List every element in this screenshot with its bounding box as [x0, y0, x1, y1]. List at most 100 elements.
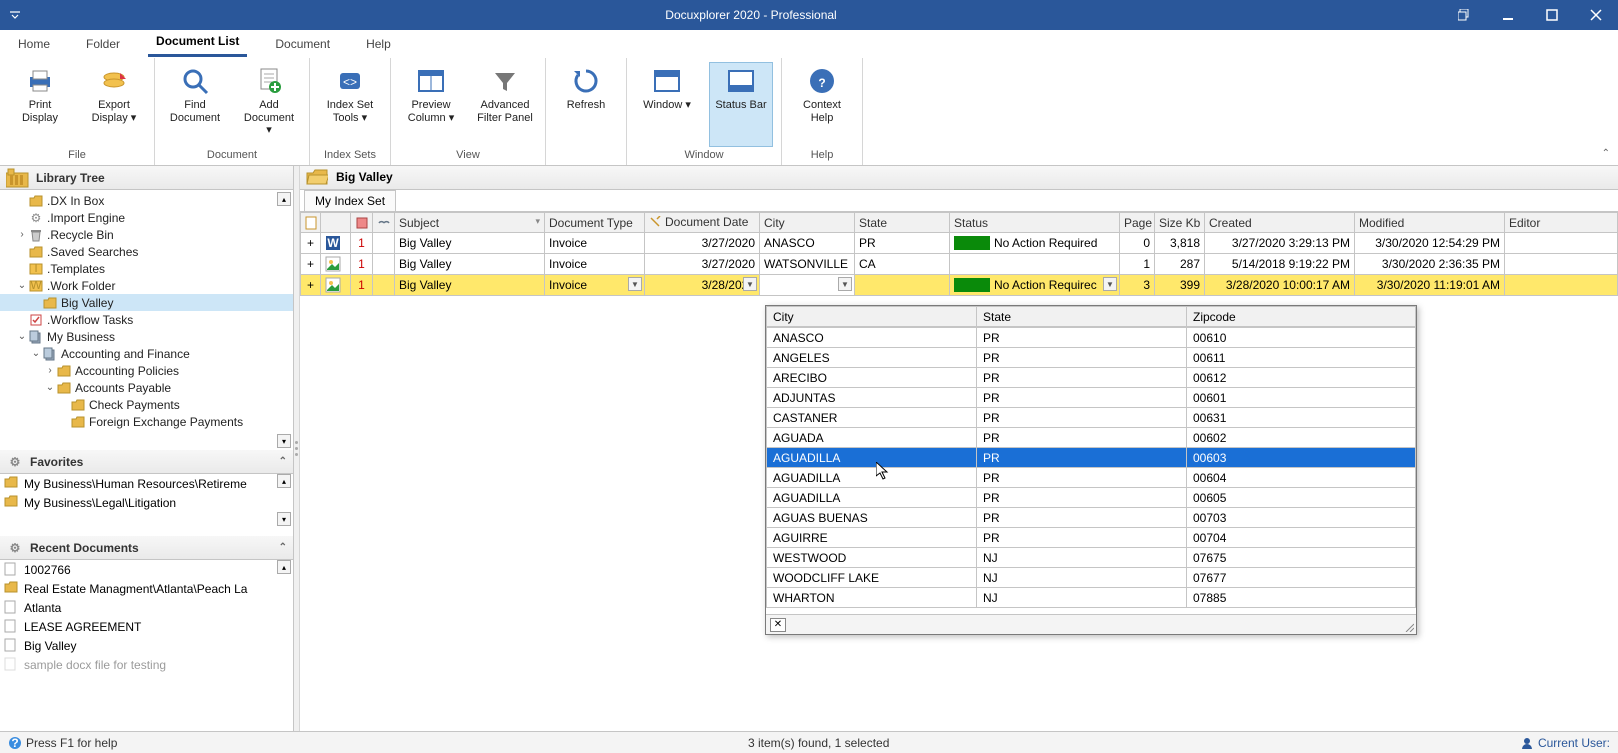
- dropdown-row[interactable]: ARECIBOPR00612: [767, 368, 1416, 388]
- dropdown-header-city[interactable]: City: [767, 307, 977, 327]
- header-link-icon[interactable]: [373, 213, 395, 233]
- maximize-icon[interactable]: [1530, 0, 1574, 30]
- minimize-icon[interactable]: [1486, 0, 1530, 30]
- gear-icon[interactable]: ⚙: [6, 453, 24, 471]
- header-size-kb[interactable]: Size Kb: [1155, 213, 1205, 233]
- advanced-filter-panel-button[interactable]: Advanced Filter Panel: [473, 62, 537, 147]
- dropdown-row[interactable]: AGUADILLAPR00605: [767, 488, 1416, 508]
- fav-scroll-down-icon[interactable]: ▾: [277, 512, 291, 526]
- qat-dropdown-icon[interactable]: [10, 10, 20, 20]
- row-expander-icon[interactable]: +: [301, 233, 321, 254]
- dropdown-row[interactable]: ADJUNTASPR00601: [767, 388, 1416, 408]
- gear-icon[interactable]: ⚙: [6, 539, 24, 557]
- tree-node-dx-inbox[interactable]: .DX In Box: [0, 192, 293, 209]
- header-status[interactable]: Status: [950, 213, 1120, 233]
- ribbon-collapse-icon[interactable]: ⌃: [1602, 148, 1610, 159]
- status-bar-button[interactable]: Status Bar: [709, 62, 773, 147]
- dropdown-header-zipcode[interactable]: Zipcode: [1187, 307, 1416, 327]
- tree-node-templates[interactable]: T.Templates: [0, 260, 293, 277]
- resize-grip-icon[interactable]: [1404, 622, 1414, 632]
- tree-node-foreign-exchange[interactable]: Foreign Exchange Payments: [0, 413, 293, 430]
- context-help-button[interactable]: ?Context Help: [790, 62, 854, 147]
- header-created[interactable]: Created: [1205, 213, 1355, 233]
- dropdown-arrow-icon[interactable]: ▼: [743, 277, 757, 291]
- find-document-button[interactable]: Find Document: [163, 62, 227, 147]
- row-expander-icon[interactable]: +: [301, 254, 321, 275]
- favorite-item[interactable]: My Business\Human Resources\Retireme: [0, 474, 293, 493]
- tab-document-list[interactable]: Document List: [148, 28, 247, 57]
- collapse-icon[interactable]: ⌃: [279, 456, 287, 467]
- tree-node-recycle-bin[interactable]: ›.Recycle Bin: [0, 226, 293, 243]
- index-set-tools-button[interactable]: <>Index Set Tools ▾: [318, 62, 382, 147]
- cell-doc-date-editor[interactable]: 3/28/2020▼: [645, 275, 760, 296]
- dropdown-row[interactable]: AGUIRREPR00704: [767, 528, 1416, 548]
- tree-node-my-business[interactable]: ⌄My Business: [0, 328, 293, 345]
- header-attachment-icon[interactable]: [351, 213, 373, 233]
- header-document-date[interactable]: Document Date: [645, 213, 760, 233]
- tree-node-accounting-finance[interactable]: ⌄Accounting and Finance: [0, 345, 293, 362]
- header-expander[interactable]: [301, 213, 321, 233]
- collapse-icon[interactable]: ⌃: [279, 542, 287, 553]
- recent-item[interactable]: LEASE AGREEMENT: [0, 617, 293, 636]
- dropdown-arrow-icon[interactable]: ▼: [838, 277, 852, 291]
- row-expander-icon[interactable]: +: [301, 275, 321, 296]
- recent-scroll-up-icon[interactable]: ▴: [277, 560, 291, 574]
- cell-doc-type-editor[interactable]: Invoice▼: [545, 275, 645, 296]
- header-page[interactable]: Page: [1120, 213, 1155, 233]
- tree-node-workflow-tasks[interactable]: .Workflow Tasks: [0, 311, 293, 328]
- export-display-button[interactable]: Export Display ▾: [82, 62, 146, 147]
- cell-state[interactable]: [855, 275, 950, 296]
- dropdown-row[interactable]: ANGELESPR00611: [767, 348, 1416, 368]
- tab-home[interactable]: Home: [10, 31, 58, 57]
- scroll-down-icon[interactable]: ▾: [277, 434, 291, 448]
- header-document-type[interactable]: Document Type: [545, 213, 645, 233]
- dropdown-row[interactable]: AGUADILLAPR00604: [767, 468, 1416, 488]
- cell-city-editor[interactable]: ▼: [760, 275, 855, 296]
- dropdown-row[interactable]: AGUADAPR00602: [767, 428, 1416, 448]
- favorite-item[interactable]: My Business\Legal\Litigation: [0, 493, 293, 512]
- tree-node-saved-searches[interactable]: .Saved Searches: [0, 243, 293, 260]
- table-row-selected[interactable]: + 1 Big Valley Invoice▼ 3/28/2020▼ ▼ No …: [301, 275, 1618, 296]
- header-state[interactable]: State: [855, 213, 950, 233]
- close-icon[interactable]: [1574, 0, 1618, 30]
- tree-node-work-folder[interactable]: ⌄W.Work Folder: [0, 277, 293, 294]
- cell-status-editor[interactable]: No Action Requirec▼: [950, 275, 1120, 296]
- tab-help[interactable]: Help: [358, 31, 399, 57]
- dropdown-arrow-icon[interactable]: ▼: [628, 277, 642, 291]
- tree-node-big-valley[interactable]: Big Valley: [0, 294, 293, 311]
- tree-node-import-engine[interactable]: ⚙.Import Engine: [0, 209, 293, 226]
- restore-down-icon[interactable]: [1442, 0, 1486, 30]
- dropdown-row[interactable]: CASTANERPR00631: [767, 408, 1416, 428]
- index-tab-my-index-set[interactable]: My Index Set: [304, 190, 396, 211]
- add-document-button[interactable]: Add Document ▾: [237, 62, 301, 147]
- recent-item[interactable]: Real Estate Managment\Atlanta\Peach La: [0, 579, 293, 598]
- recent-item[interactable]: Big Valley: [0, 636, 293, 655]
- recent-item[interactable]: 1002766: [0, 560, 293, 579]
- dropdown-scroll[interactable]: ANASCOPR00610ANGELESPR00611ARECIBOPR0061…: [766, 327, 1416, 614]
- refresh-button[interactable]: Refresh: [554, 62, 618, 147]
- tab-document[interactable]: Document: [267, 31, 338, 57]
- dropdown-row[interactable]: WESTWOODNJ07675: [767, 548, 1416, 568]
- tree-node-accounting-policies[interactable]: ›Accounting Policies: [0, 362, 293, 379]
- dropdown-row[interactable]: ANASCOPR00610: [767, 328, 1416, 348]
- header-modified[interactable]: Modified: [1355, 213, 1505, 233]
- dropdown-close-button[interactable]: ✕: [770, 618, 786, 632]
- window-button[interactable]: Window ▾: [635, 62, 699, 147]
- fav-scroll-up-icon[interactable]: ▴: [277, 474, 291, 488]
- print-display-button[interactable]: Print Display: [8, 62, 72, 147]
- header-editor[interactable]: Editor: [1505, 213, 1618, 233]
- dropdown-row[interactable]: AGUAS BUENASPR00703: [767, 508, 1416, 528]
- tree-node-check-payments[interactable]: Check Payments: [0, 396, 293, 413]
- header-subject[interactable]: Subject▾: [395, 213, 545, 233]
- table-row[interactable]: + 1 Big Valley Invoice 3/27/2020 WATSONV…: [301, 254, 1618, 275]
- dropdown-arrow-icon[interactable]: ▼: [1103, 277, 1117, 291]
- tree-node-accounts-payable[interactable]: ⌄Accounts Payable: [0, 379, 293, 396]
- cell-subject[interactable]: Big Valley: [395, 275, 545, 296]
- header-city[interactable]: City: [760, 213, 855, 233]
- dropdown-header-state[interactable]: State: [977, 307, 1187, 327]
- preview-column-button[interactable]: Preview Column ▾: [399, 62, 463, 147]
- recent-item[interactable]: sample docx file for testing: [0, 655, 293, 674]
- tab-folder[interactable]: Folder: [78, 31, 128, 57]
- recent-item[interactable]: Atlanta: [0, 598, 293, 617]
- dropdown-row[interactable]: AGUADILLAPR00603: [767, 448, 1416, 468]
